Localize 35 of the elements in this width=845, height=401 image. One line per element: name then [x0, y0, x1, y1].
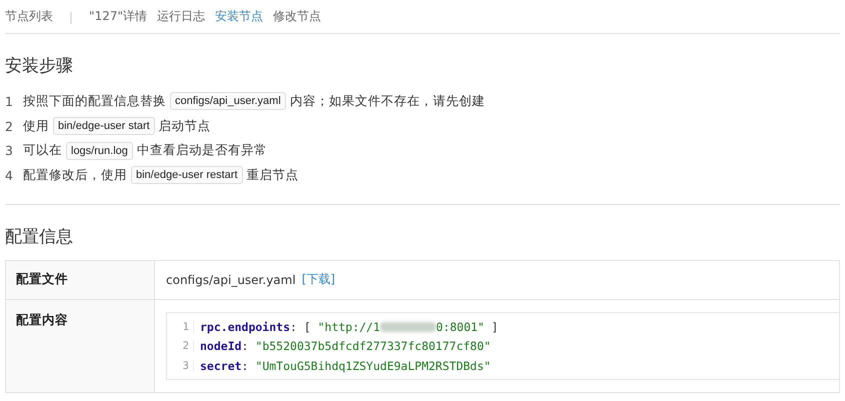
code-line: secret: "UmTouG5Bihdq1ZSYudE9aLPM2RSTDBds": [200, 358, 491, 372]
step-number: 1: [5, 94, 14, 109]
nav-tab[interactable]: 运行日志: [157, 8, 205, 25]
step-text: 启动节点: [158, 118, 211, 135]
tab-separator: |: [69, 10, 74, 24]
code-line: rpc.endpoints: [ "http://1 0:8001" ]: [200, 320, 498, 334]
step-text: 配置修改后，使用: [23, 166, 127, 184]
line-number: 2: [167, 340, 194, 352]
step-number: 4: [5, 168, 14, 183]
step-number: 2: [5, 118, 14, 134]
nav-tab[interactable]: 节点列表: [5, 8, 53, 25]
line-number: 1: [167, 320, 194, 332]
step-text: 内容；如果文件不存在，请先创建: [290, 92, 485, 110]
line-number: 3: [167, 360, 194, 372]
inline-code: logs/run.log: [66, 142, 133, 160]
file-path: configs/api_user.yaml: [166, 272, 296, 287]
step-text: 中查看启动是否有异常: [136, 142, 267, 160]
step-text: 重启节点: [246, 166, 298, 184]
download-link[interactable]: [下载]: [302, 271, 336, 288]
section-heading: 安装步骤: [5, 55, 74, 77]
step-number: 3: [5, 143, 14, 158]
nav-tab[interactable]: "127"详情: [89, 8, 147, 25]
nav-tab[interactable]: 安装节点: [215, 8, 263, 25]
code-editor[interactable]: 1 rpc.endpoints: [ "http://1 0:8001" ] 2 nodeId: "b5520037b5dfcdf277337fc80177cf80" 3 secret: "UmTouG5Bihdq1ZSYudE9aLPM2RSTDBds": [166, 312, 839, 380]
code-line: nodeId: "b5520037b5dfcdf277337fc80177cf80": [200, 339, 491, 353]
row-label: 配置文件: [16, 271, 68, 288]
nav-tab[interactable]: 修改节点: [273, 8, 321, 25]
row-label: 配置内容: [16, 312, 68, 327]
inline-code: bin/edge-user restart: [131, 166, 242, 184]
step-text: 使用: [23, 118, 49, 135]
step-text: 可以在: [23, 142, 62, 160]
section-heading: 配置信息: [5, 226, 74, 248]
step-text: 按照下面的配置信息替换: [23, 92, 166, 110]
inline-code: bin/edge-user start: [53, 117, 155, 136]
inline-code: configs/api_user.yaml: [170, 92, 286, 110]
